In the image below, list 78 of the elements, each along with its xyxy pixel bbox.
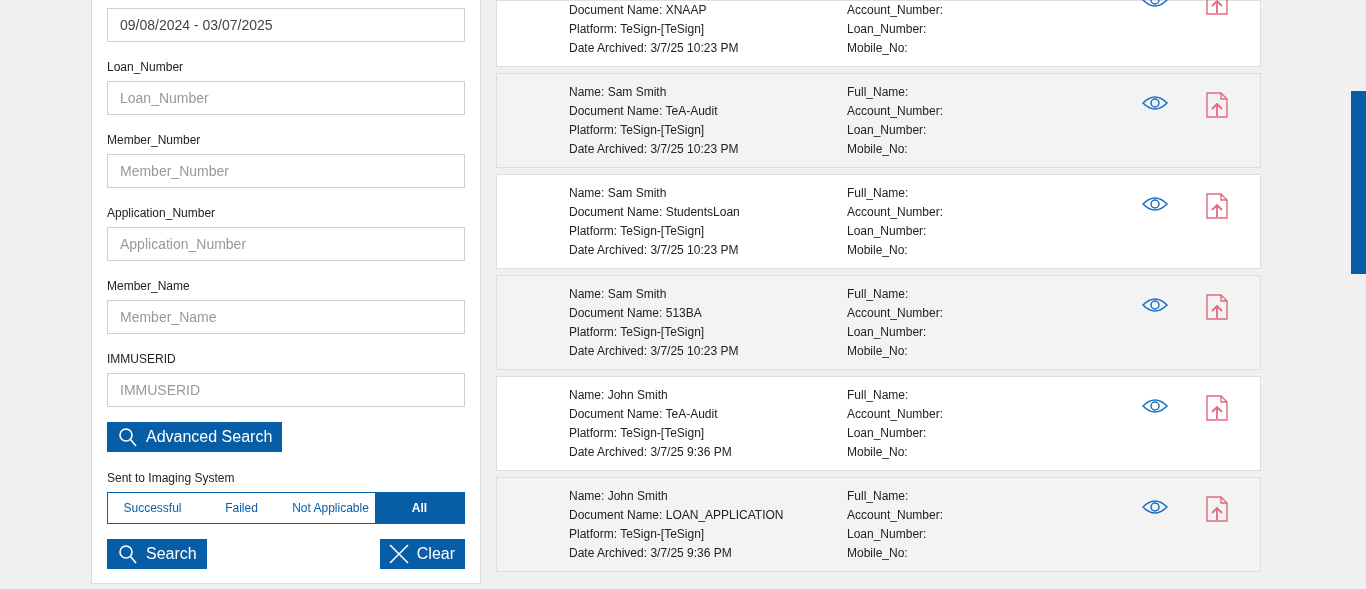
result-detail: Document Name: TeA-Audit	[569, 406, 719, 423]
result-detail: Platform: TeSign-[TeSign]	[569, 21, 706, 38]
result-field: Account_Number:	[847, 1, 1142, 20]
result-field: Mobile_No:	[847, 342, 1142, 361]
result-field: Full_Name:	[847, 184, 1142, 203]
segment-option[interactable]: Not Applicable	[286, 493, 375, 523]
clear-button[interactable]: Clear	[379, 539, 465, 569]
segment-option[interactable]: All	[375, 493, 464, 523]
result-field: Full_Name:	[847, 386, 1142, 405]
result-detail: Date Archived: 3/7/25 10:23 PM	[569, 242, 740, 259]
result-detail: Date Archived: 3/7/25 9:36 PM	[569, 545, 733, 562]
search-icon	[118, 544, 138, 564]
input-field[interactable]: Application_Number	[107, 227, 465, 261]
result-field: Loan_Number:	[847, 525, 1142, 544]
result-field: Mobile_No:	[847, 544, 1142, 563]
result-detail: Platform: TeSign-[TeSign]	[569, 526, 706, 543]
view-eye-icon[interactable]	[1142, 95, 1168, 111]
result-detail: Date Archived: 3/7/25 10:23 PM	[569, 141, 740, 158]
input-field[interactable]: Member_Name	[107, 300, 465, 334]
result-field: Mobile_No:	[847, 443, 1142, 462]
result-field: Full_Name:	[847, 487, 1142, 506]
result-detail: Document Name: StudentsLoan	[569, 204, 741, 221]
result-field: Mobile_No:	[847, 241, 1142, 260]
result-detail: Platform: TeSign-[TeSign]	[569, 122, 706, 139]
result-field: Full_Name:	[847, 285, 1142, 304]
result-detail: Platform: TeSign-[TeSign]	[569, 425, 706, 442]
segment-option[interactable]: Failed	[197, 493, 286, 523]
segment-option[interactable]: Successful	[108, 493, 197, 523]
file-upload-icon[interactable]	[1206, 193, 1228, 219]
search-icon	[118, 427, 138, 447]
view-eye-icon[interactable]	[1142, 499, 1168, 515]
view-eye-icon[interactable]	[1142, 297, 1168, 313]
input-field[interactable]: Loan_Number	[107, 81, 465, 115]
result-detail: Document Name: XNAAP	[569, 2, 708, 19]
close-icon	[388, 544, 409, 564]
result-detail: Platform: TeSign-[TeSign]	[569, 324, 706, 341]
view-eye-icon[interactable]	[1142, 196, 1168, 212]
result-detail: Document Name: TeA-Audit	[569, 103, 719, 120]
result-detail: Name: Sam Smith	[569, 84, 668, 101]
field-label: IMMUSERID	[107, 352, 177, 367]
date-range-field[interactable]: 09/08/2024 - 03/07/2025	[107, 8, 465, 42]
result-field: Full_Name:	[847, 83, 1142, 102]
result-field: Mobile_No:	[847, 140, 1142, 159]
result-detail: Document Name: LOAN_APPLICATION	[569, 507, 785, 524]
result-field: Mobile_No:	[847, 39, 1142, 58]
result-field: Account_Number:	[847, 405, 1142, 424]
result-detail: Date Archived: 3/7/25 9:36 PM	[569, 444, 733, 461]
result-field: Loan_Number:	[847, 121, 1142, 140]
file-upload-icon[interactable]	[1206, 294, 1228, 320]
file-upload-icon[interactable]	[1206, 496, 1228, 522]
result-field: Loan_Number:	[847, 424, 1142, 443]
result-field: Loan_Number:	[847, 222, 1142, 241]
imaging-status-label: Sent to Imaging System	[107, 471, 236, 486]
advanced-search-button[interactable]: Advanced Search	[107, 422, 283, 452]
field-label: Member_Name	[107, 279, 191, 294]
result-field: Loan_Number:	[847, 20, 1142, 39]
result-field: Account_Number:	[847, 102, 1142, 121]
result-field: Account_Number:	[847, 304, 1142, 323]
result-field: Account_Number:	[847, 203, 1142, 222]
file-upload-icon[interactable]	[1206, 395, 1228, 421]
input-field[interactable]: IMMUSERID	[107, 373, 465, 407]
file-upload-icon[interactable]	[1206, 92, 1228, 118]
result-detail: Name: Sam Smith	[569, 286, 668, 303]
field-label: Member_Number	[107, 133, 202, 148]
result-detail: Date Archived: 3/7/25 10:23 PM	[569, 40, 740, 57]
view-eye-icon[interactable]	[1142, 398, 1168, 414]
result-detail: Date Archived: 3/7/25 10:23 PM	[569, 343, 740, 360]
result-field: Loan_Number:	[847, 323, 1142, 342]
field-label: Loan_Number	[107, 60, 185, 75]
field-label: Application_Number	[107, 206, 217, 221]
search-button[interactable]: Search	[107, 539, 207, 569]
result-detail: Name: John Smith	[569, 387, 669, 404]
result-detail: Document Name: 513BA	[569, 305, 703, 322]
input-field[interactable]: Member_Number	[107, 154, 465, 188]
result-detail: Platform: TeSign-[TeSign]	[569, 223, 706, 240]
result-detail: Name: John Smith	[569, 488, 669, 505]
result-detail: Name: Sam Smith	[569, 185, 668, 202]
result-field: Account_Number:	[847, 506, 1142, 525]
